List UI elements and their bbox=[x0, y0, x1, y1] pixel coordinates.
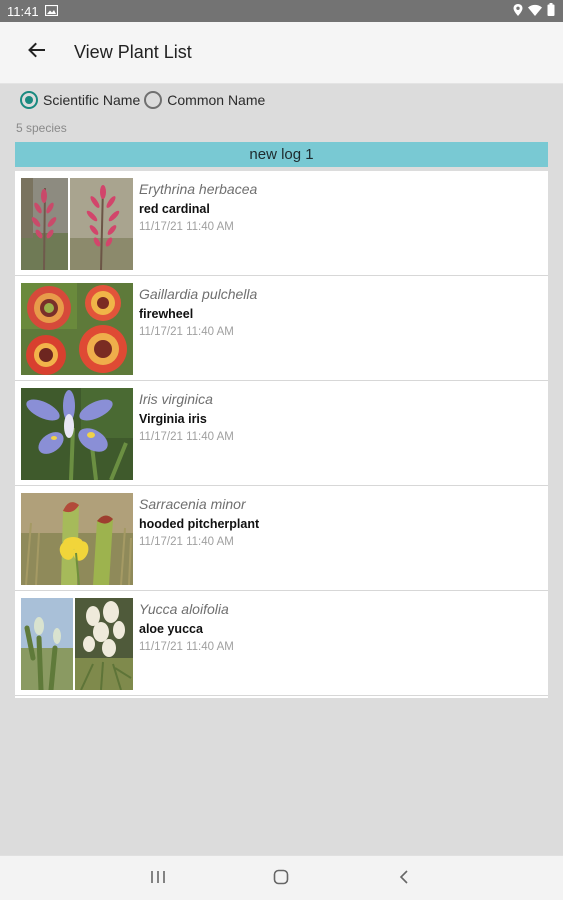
app-bar: View Plant List bbox=[0, 22, 563, 84]
plant-photo bbox=[21, 283, 133, 375]
scientific-name: Gaillardia pulchella bbox=[139, 286, 258, 302]
timestamp: 11/17/21 11:40 AM bbox=[139, 536, 234, 548]
plant-photo bbox=[21, 388, 133, 480]
common-name-option[interactable]: Common Name bbox=[144, 91, 265, 109]
list-item[interactable]: Sarracenia minor hooded pitcherplant 11/… bbox=[15, 486, 548, 591]
common-name-radio[interactable] bbox=[144, 91, 163, 109]
log-header[interactable]: new log 1 bbox=[15, 142, 548, 167]
scientific-name: Iris virginica bbox=[139, 391, 213, 407]
home-button[interactable] bbox=[266, 866, 296, 892]
back-icon bbox=[399, 869, 409, 889]
common-name: aloe yucca bbox=[139, 622, 203, 636]
plant-photo bbox=[21, 493, 133, 585]
timestamp: 11/17/21 11:40 AM bbox=[139, 431, 234, 443]
species-count: 5 species bbox=[16, 121, 67, 135]
back-button[interactable] bbox=[14, 31, 58, 75]
timestamp: 11/17/21 11:40 AM bbox=[139, 221, 234, 233]
back-arrow-icon bbox=[27, 41, 45, 64]
wifi-icon bbox=[528, 4, 542, 19]
scientific-name: Erythrina herbacea bbox=[139, 181, 258, 197]
list-item[interactable]: Iris virginica Virginia iris 11/17/21 11… bbox=[15, 381, 548, 486]
plant-photo bbox=[21, 598, 133, 690]
battery-icon bbox=[547, 3, 555, 19]
timestamp: 11/17/21 11:40 AM bbox=[139, 641, 234, 653]
common-name-label: Common Name bbox=[167, 92, 266, 108]
plant-photo bbox=[21, 178, 133, 270]
recent-apps-icon bbox=[150, 870, 166, 889]
home-icon bbox=[273, 869, 289, 890]
system-nav-bar bbox=[0, 855, 563, 900]
scientific-name-option[interactable]: Scientific Name bbox=[20, 91, 140, 109]
status-time: 11:41 bbox=[7, 3, 39, 19]
scientific-name-radio[interactable] bbox=[20, 91, 38, 109]
plant-list: Erythrina herbacea red cardinal 11/17/21… bbox=[15, 171, 548, 698]
nav-back-button[interactable] bbox=[389, 866, 419, 892]
common-name: hooded pitcherplant bbox=[139, 517, 260, 531]
list-item[interactable]: Erythrina herbacea red cardinal 11/17/21… bbox=[15, 171, 548, 276]
scientific-name-label: Scientific Name bbox=[43, 92, 141, 108]
image-icon bbox=[44, 4, 58, 19]
scientific-name: Yucca aloifolia bbox=[139, 601, 229, 617]
common-name: Virginia iris bbox=[139, 412, 207, 426]
name-type-toggle: Scientific Name Common Name bbox=[20, 90, 269, 110]
common-name: red cardinal bbox=[139, 202, 210, 216]
list-item[interactable]: Gaillardia pulchella firewheel 11/17/21 … bbox=[15, 276, 548, 381]
recent-apps-button[interactable] bbox=[143, 866, 173, 892]
log-name: new log 1 bbox=[249, 146, 314, 163]
common-name: firewheel bbox=[139, 307, 194, 321]
status-bar: 11:41 bbox=[0, 0, 563, 22]
timestamp: 11/17/21 11:40 AM bbox=[139, 326, 234, 338]
location-icon bbox=[513, 3, 523, 19]
scientific-name: Sarracenia minor bbox=[139, 496, 246, 512]
list-item[interactable]: Yucca aloifolia aloe yucca 11/17/21 11:4… bbox=[15, 591, 548, 696]
page-title: View Plant List bbox=[74, 42, 192, 62]
